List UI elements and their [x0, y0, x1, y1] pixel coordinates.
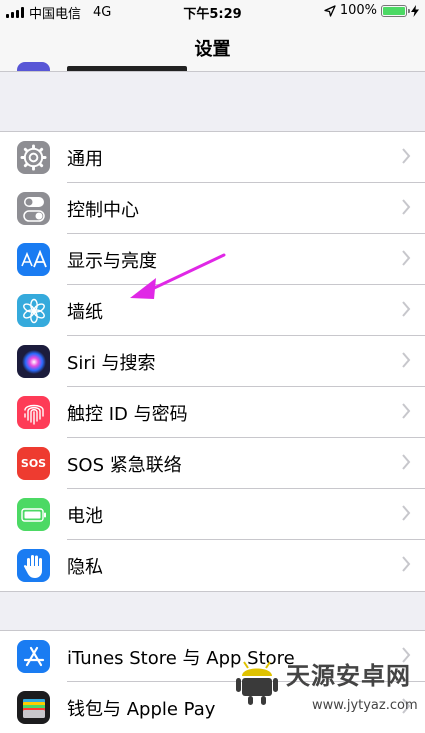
partially-hidden-row-icon — [17, 62, 50, 71]
location-icon — [324, 4, 336, 17]
app-store-icon — [17, 640, 50, 673]
partially-hidden-row-label — [67, 66, 187, 71]
settings-row-control-center[interactable]: 控制中心 — [0, 183, 425, 234]
settings-row-label: Siri 与搜索 — [67, 352, 156, 374]
watermark: 天源安卓网 www.jytyaz.com — [232, 650, 425, 726]
status-bar: 中国电信 4G 下午5:29 100% — [0, 0, 425, 22]
settings-row-emergency-sos[interactable]: SOS SOS 紧急联络 — [0, 438, 425, 489]
settings-row-battery[interactable]: 电池 — [0, 489, 425, 540]
page-title: 设置 — [194, 39, 231, 60]
chevron-right-icon — [402, 403, 411, 419]
gear-icon — [17, 141, 50, 174]
watermark-url: www.jytyaz.com — [312, 698, 418, 713]
settings-row-display-brightness[interactable]: 显示与亮度 — [0, 234, 425, 285]
chevron-right-icon — [402, 301, 411, 317]
charging-bolt-icon — [411, 4, 419, 17]
settings-row-siri-search[interactable]: Siri 与搜索 — [0, 336, 425, 387]
settings-row-privacy[interactable]: 隐私 — [0, 540, 425, 591]
sos-icon: SOS — [17, 447, 50, 480]
settings-row-label: 触控 ID 与密码 — [67, 403, 188, 425]
wallet-icon — [17, 691, 50, 724]
chevron-right-icon — [402, 556, 411, 572]
battery-icon — [17, 498, 50, 531]
siri-icon — [17, 345, 50, 378]
watermark-title: 天源安卓网 — [286, 662, 411, 690]
settings-row-label: 墙纸 — [67, 301, 103, 323]
settings-row-label: 控制中心 — [67, 199, 139, 221]
settings-row-wallpaper[interactable]: 墙纸 — [0, 285, 425, 336]
settings-group-main: 通用 控制中心 显示与亮度 墙纸 Siri 与搜索 触控 ID 与密码 SOS … — [0, 131, 425, 592]
settings-row-touch-id-passcode[interactable]: 触控 ID 与密码 — [0, 387, 425, 438]
nav-bar: 设置 — [0, 22, 425, 72]
chevron-right-icon — [402, 199, 411, 215]
fingerprint-icon — [17, 396, 50, 429]
android-logo-icon — [236, 661, 278, 705]
chevron-right-icon — [402, 250, 411, 266]
flower-icon — [17, 294, 50, 327]
settings-row-general[interactable]: 通用 — [0, 132, 425, 183]
settings-row-label: 通用 — [67, 148, 103, 170]
settings-row-label: 隐私 — [67, 556, 103, 578]
toggles-icon — [17, 192, 50, 225]
chevron-right-icon — [402, 148, 411, 164]
settings-row-label: 钱包与 Apple Pay — [67, 698, 216, 720]
text-size-icon — [17, 243, 50, 276]
settings-row-label: SOS 紧急联络 — [67, 454, 182, 476]
battery-indicator-icon — [381, 4, 410, 17]
chevron-right-icon — [402, 352, 411, 368]
hand-icon — [17, 549, 50, 582]
settings-row-label: 电池 — [67, 505, 103, 527]
battery-percent: 100% — [339, 3, 377, 18]
settings-row-label: 显示与亮度 — [67, 250, 157, 272]
chevron-right-icon — [402, 505, 411, 521]
chevron-right-icon — [402, 454, 411, 470]
